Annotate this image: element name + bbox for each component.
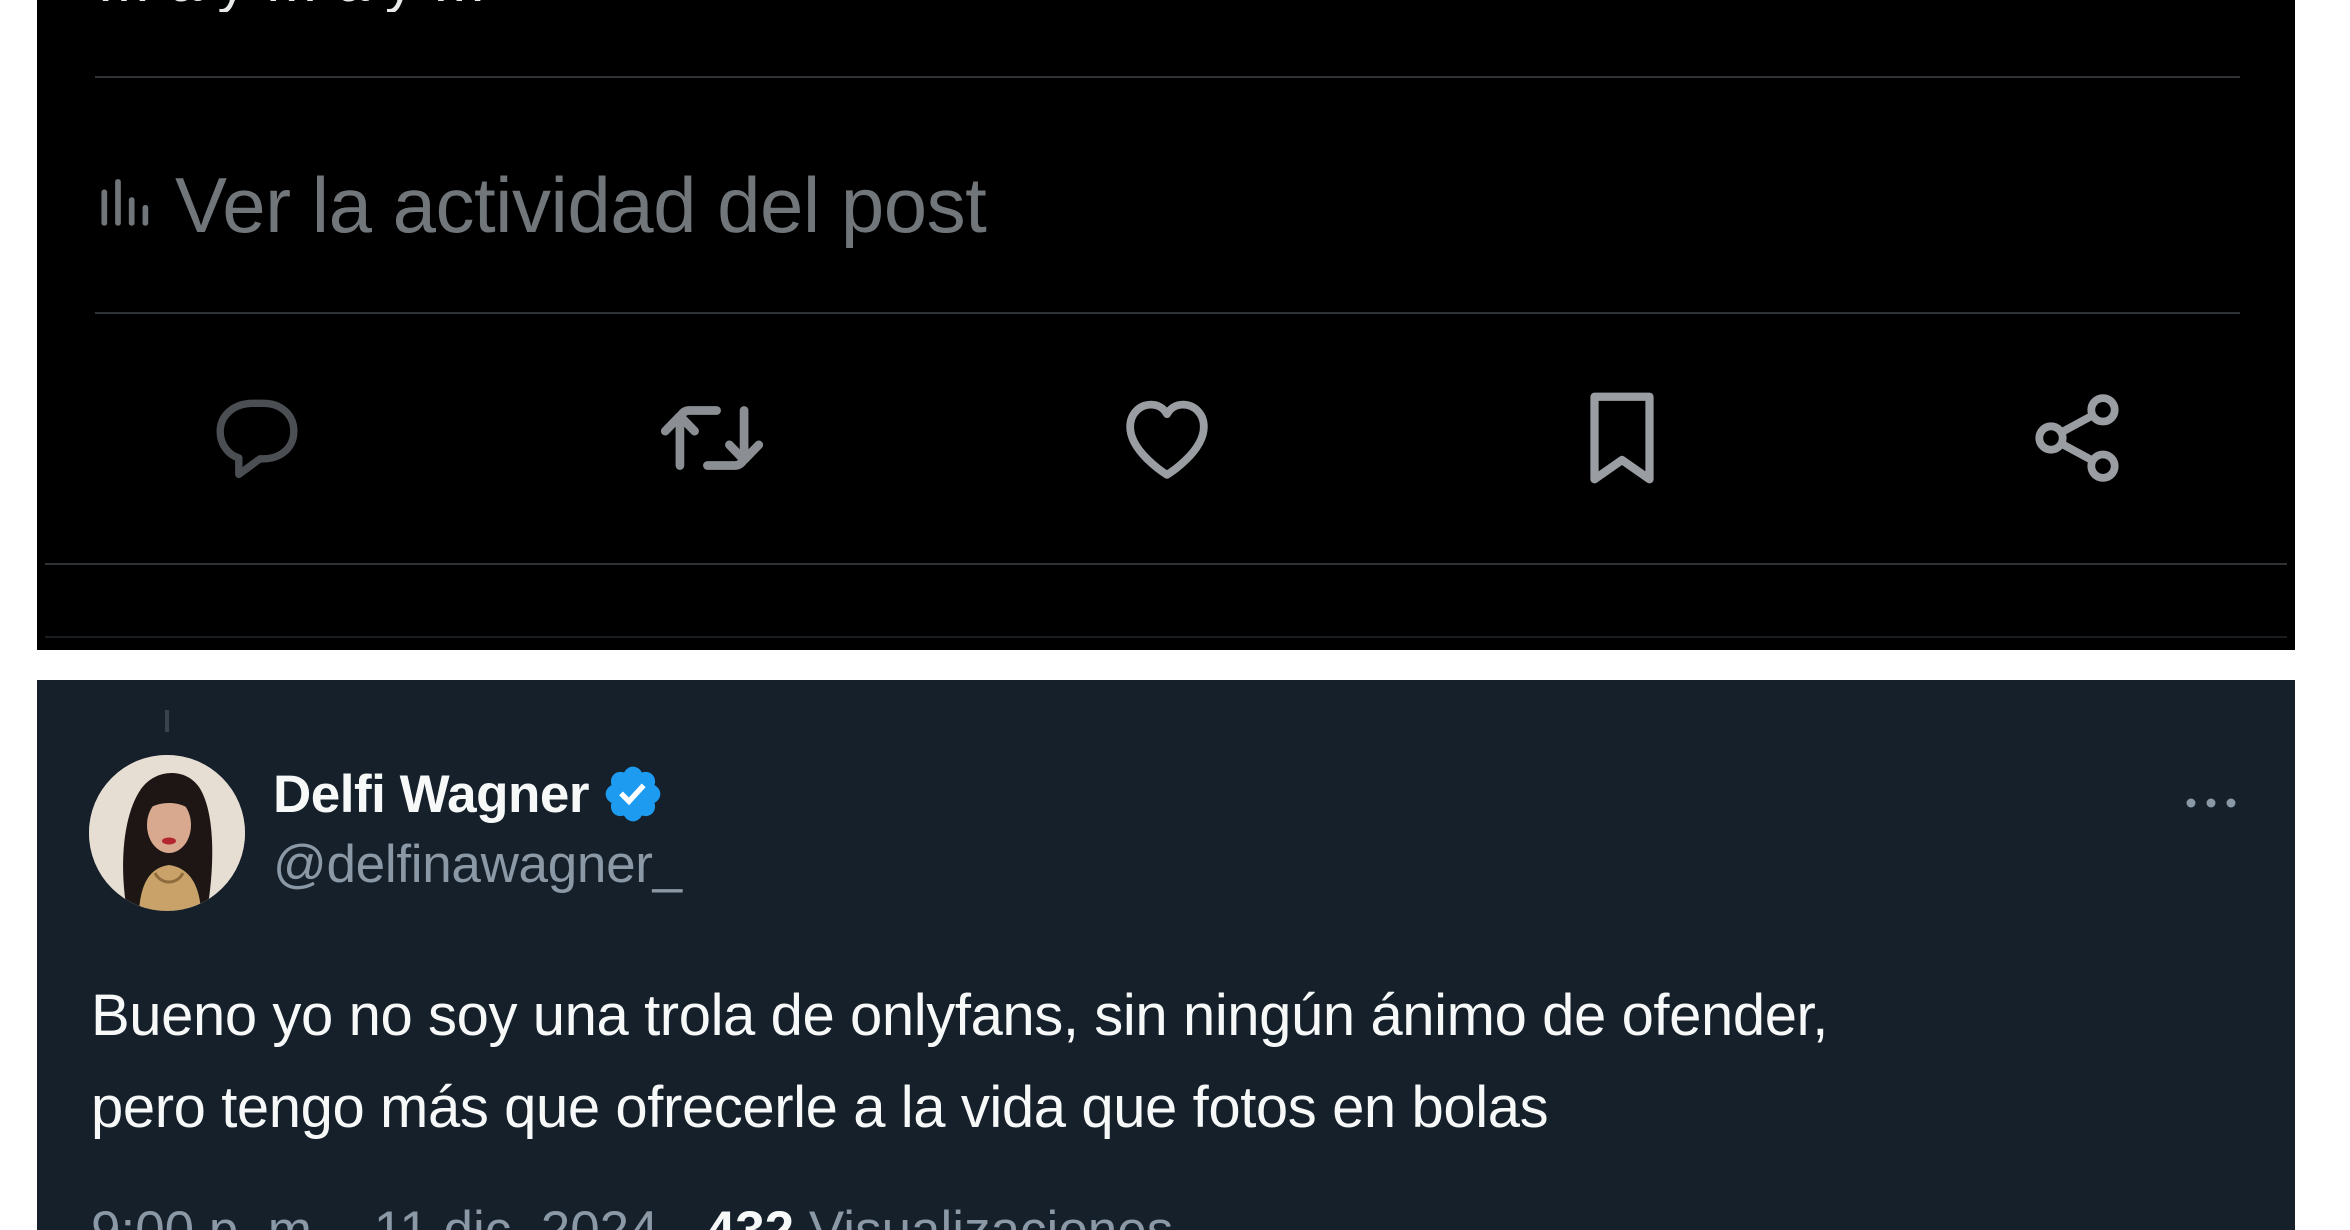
repost-button[interactable] xyxy=(657,385,767,495)
stats-icon xyxy=(95,174,157,236)
divider xyxy=(45,563,2287,565)
reply-icon xyxy=(205,386,309,495)
user-handle[interactable]: @delfinawagner_ xyxy=(273,834,682,895)
cut-off-tweet-text: … a y … a y … xyxy=(95,0,1495,12)
more-icon xyxy=(2181,793,2241,818)
avatar[interactable] xyxy=(89,755,245,911)
top-tweet-card: … a y … a y … Ver la actividad del post xyxy=(37,0,2295,650)
post-activity-link[interactable]: Ver la actividad del post xyxy=(95,150,987,260)
activity-label: Ver la actividad del post xyxy=(175,160,987,249)
tweet-meta: 9:00 p. m. · 11 dic. 2024 · 432 Visualiz… xyxy=(91,1200,1173,1230)
quoted-tweet-card[interactable]: Delfi Wagner @delfinawagner_ Bueno yo no… xyxy=(37,680,2295,1230)
like-icon xyxy=(1115,386,1219,495)
screenshot-page: … a y … a y … Ver la actividad del post xyxy=(0,0,2350,1230)
tweet-text: Bueno yo no soy una trola de onlyfans, s… xyxy=(91,983,1828,1140)
divider xyxy=(45,636,2287,638)
divider xyxy=(95,312,2240,314)
divider xyxy=(95,76,2240,78)
tweet-action-bar xyxy=(37,385,2295,495)
share-button[interactable] xyxy=(2022,385,2132,495)
thread-connector-line xyxy=(165,710,169,732)
bookmark-button[interactable] xyxy=(1567,385,1677,495)
repost-icon xyxy=(657,383,767,498)
tweet-timestamp[interactable]: 9:00 p. m. · 11 dic. 2024 · xyxy=(91,1201,706,1230)
views-label: Visualizaciones xyxy=(794,1201,1173,1230)
reply-button[interactable] xyxy=(202,385,312,495)
display-name[interactable]: Delfi Wagner xyxy=(273,764,589,825)
user-info: Delfi Wagner @delfinawagner_ xyxy=(273,760,682,895)
bookmark-icon xyxy=(1567,383,1677,498)
like-button[interactable] xyxy=(1112,385,1222,495)
name-row: Delfi Wagner xyxy=(273,760,682,828)
share-icon xyxy=(2025,386,2129,495)
more-options-button[interactable] xyxy=(2171,770,2251,840)
views-count: 432 xyxy=(706,1201,794,1230)
verified-badge-icon xyxy=(601,762,665,826)
